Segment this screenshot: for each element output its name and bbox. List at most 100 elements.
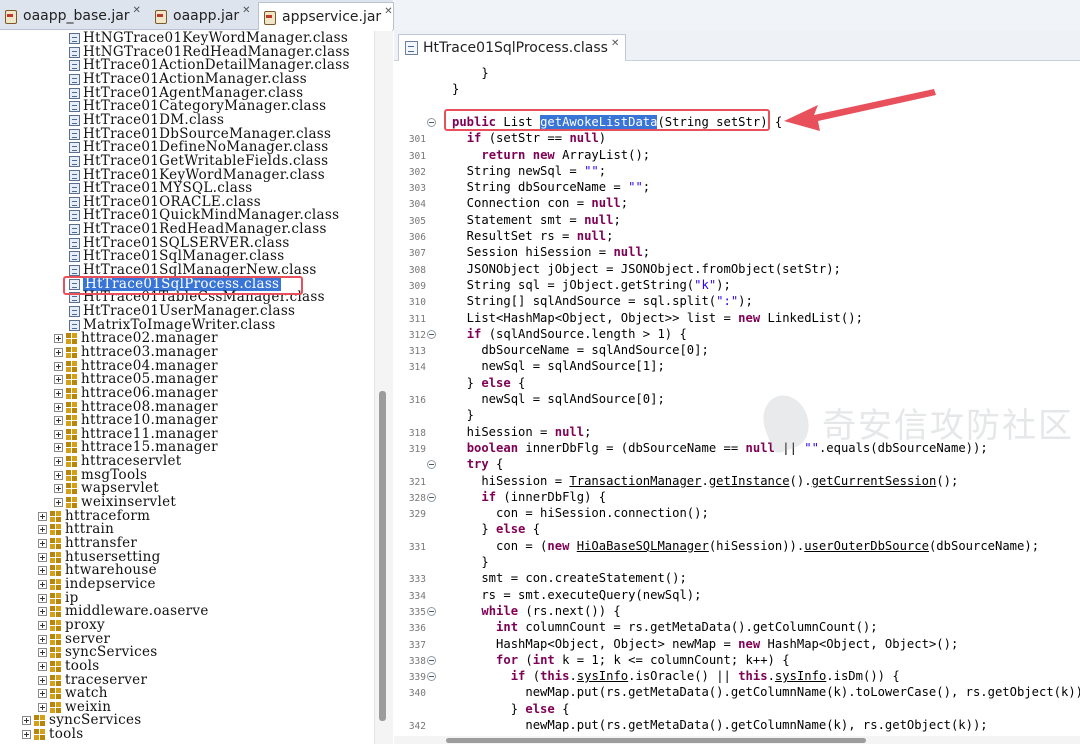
tree-package-item[interactable]: middleware.oaserve <box>38 604 209 618</box>
expand-icon[interactable] <box>38 647 47 657</box>
expand-icon[interactable] <box>38 593 47 603</box>
tree-item-label: HtTrace01SqlManagerNew.class <box>83 262 317 278</box>
expand-icon[interactable] <box>38 606 47 616</box>
code-token: HashMap<Object, Object>(); <box>760 637 959 651</box>
tab-oaapp-base-jar[interactable]: oaapp_base.jar ✕ <box>0 2 141 29</box>
expand-icon[interactable] <box>54 415 63 425</box>
code-token: return <box>481 148 526 162</box>
tree-package-item[interactable]: httraceservlet <box>54 454 182 468</box>
package-icon <box>66 373 77 385</box>
tree-class-item[interactable]: HtTrace01SqlManager.class <box>69 249 284 263</box>
tree-package-item[interactable]: syncServices <box>38 645 158 659</box>
expand-icon[interactable] <box>38 511 47 521</box>
tab-appservice-jar[interactable]: appservice.jar ✕ <box>258 2 394 30</box>
fold-toggle-icon[interactable] <box>427 118 436 127</box>
expand-icon[interactable] <box>54 361 63 371</box>
tab-httrace01sqlprocess[interactable]: HtTrace01SqlProcess.class ✕ <box>398 34 627 61</box>
tree-class-item[interactable]: HtTrace01ActionDetailManager.class <box>69 58 350 72</box>
tree-package-item[interactable]: weixinservlet <box>54 495 176 509</box>
expand-icon[interactable] <box>22 715 31 725</box>
expand-icon[interactable] <box>54 347 63 357</box>
expand-icon[interactable] <box>54 483 63 493</box>
tree-package-item[interactable]: proxy <box>38 618 105 632</box>
tree-package-item[interactable]: httrace03.manager <box>54 345 218 359</box>
tree-package-item[interactable]: httrace15.manager <box>54 440 218 454</box>
tree-class-item[interactable]: HtTrace01CategoryManager.class <box>69 99 326 113</box>
tab-oaapp-jar[interactable]: oaapp.jar ✕ <box>150 2 251 29</box>
line-number: 306 <box>408 232 426 243</box>
package-icon <box>50 592 61 604</box>
expand-icon[interactable] <box>54 442 63 452</box>
tree-class-item[interactable]: HtTrace01DefineNoManager.class <box>69 140 328 154</box>
line-number: 301 <box>408 134 426 145</box>
expand-icon[interactable] <box>54 333 63 343</box>
expand-icon[interactable] <box>38 688 47 698</box>
tree-package-item[interactable]: tools <box>22 727 83 741</box>
expand-icon[interactable] <box>38 620 47 630</box>
code-token: hiSession = <box>452 474 570 488</box>
tree-package-item[interactable]: tools <box>38 659 99 673</box>
tree-class-item[interactable]: HtTrace01DM.class <box>69 113 224 127</box>
close-icon[interactable]: ✕ <box>384 6 392 17</box>
code-line: } else { <box>452 521 540 537</box>
tree-class-item[interactable]: HtTrace01SqlManagerNew.class <box>69 263 317 277</box>
horizontal-scrollbar[interactable] <box>394 736 1080 744</box>
tree-package-item[interactable]: wapservlet <box>54 481 159 495</box>
tree-package-item[interactable]: indepservice <box>38 577 156 591</box>
tree-class-item[interactable]: HtTrace01MYSQL.class <box>69 181 253 195</box>
expand-icon[interactable] <box>54 429 63 439</box>
tree-package-item[interactable]: httrain <box>38 522 114 536</box>
expand-icon[interactable] <box>38 524 47 534</box>
tree-package-item[interactable]: httrace02.manager <box>54 331 218 345</box>
tree-class-item[interactable]: HtTrace01GetWritableFields.class <box>69 154 328 168</box>
scrollbar-thumb[interactable] <box>446 738 866 743</box>
tree-package-item[interactable]: httrace05.manager <box>54 372 218 386</box>
tree-package-item[interactable]: httrace10.manager <box>54 413 218 427</box>
expand-icon[interactable] <box>54 497 63 507</box>
code-token: getInstance <box>708 474 790 488</box>
code-token: newSql = sqlAndSource[0]; <box>452 392 665 406</box>
fold-toggle-icon[interactable] <box>427 460 436 469</box>
expand-icon[interactable] <box>38 702 47 712</box>
expand-icon[interactable] <box>38 634 47 644</box>
expand-icon[interactable] <box>38 565 47 575</box>
tree-class-item[interactable]: HtTrace01RedHeadManager.class <box>69 222 327 236</box>
fold-toggle-icon[interactable] <box>427 607 436 616</box>
close-icon[interactable]: ✕ <box>611 38 619 49</box>
expand-icon[interactable] <box>38 661 47 671</box>
code-token: ; <box>606 229 614 243</box>
expand-icon[interactable] <box>38 538 47 548</box>
tree-package-item[interactable]: httransfer <box>38 536 137 550</box>
fold-toggle-icon[interactable] <box>427 330 436 339</box>
code-token: { <box>488 457 504 471</box>
expand-icon[interactable] <box>38 675 47 685</box>
expand-icon[interactable] <box>54 388 63 398</box>
tree-class-item[interactable]: HtNGTrace01KeyWordManager.class <box>69 31 348 45</box>
close-icon[interactable]: ✕ <box>242 5 250 16</box>
tree-package-item[interactable]: htwarehouse <box>38 563 157 577</box>
expand-icon[interactable] <box>54 470 63 480</box>
expand-icon[interactable] <box>38 552 47 562</box>
code-line: if (sqlAndSource.length > 1) { <box>452 326 687 342</box>
scrollbar-thumb[interactable] <box>379 391 386 721</box>
tree-scrollbar[interactable] <box>374 31 393 744</box>
close-icon[interactable]: ✕ <box>133 5 141 16</box>
expand-icon[interactable] <box>38 579 47 589</box>
expand-icon[interactable] <box>54 374 63 384</box>
fold-toggle-icon[interactable] <box>427 493 436 502</box>
expand-icon[interactable] <box>22 729 31 739</box>
tree-package-item[interactable]: httrace06.manager <box>54 386 218 400</box>
tree-class-item[interactable]: HtTrace01QuickMindManager.class <box>69 208 339 222</box>
fold-toggle-icon[interactable] <box>427 672 436 681</box>
tree-package-item[interactable]: syncServices <box>22 713 142 727</box>
fold-toggle-icon[interactable] <box>427 656 436 665</box>
tree-class-item[interactable]: HtTrace01UserManager.class <box>69 304 295 318</box>
tree-package-item[interactable]: watch <box>38 686 108 700</box>
tree-class-item[interactable]: HtTrace01ActionManager.class <box>69 72 307 86</box>
expand-icon[interactable] <box>54 402 63 412</box>
expand-icon[interactable] <box>54 456 63 466</box>
code-editor[interactable]: 301 301 302 303 304 305 306 307 308 309 310 311 312 3… <box>394 61 1080 744</box>
